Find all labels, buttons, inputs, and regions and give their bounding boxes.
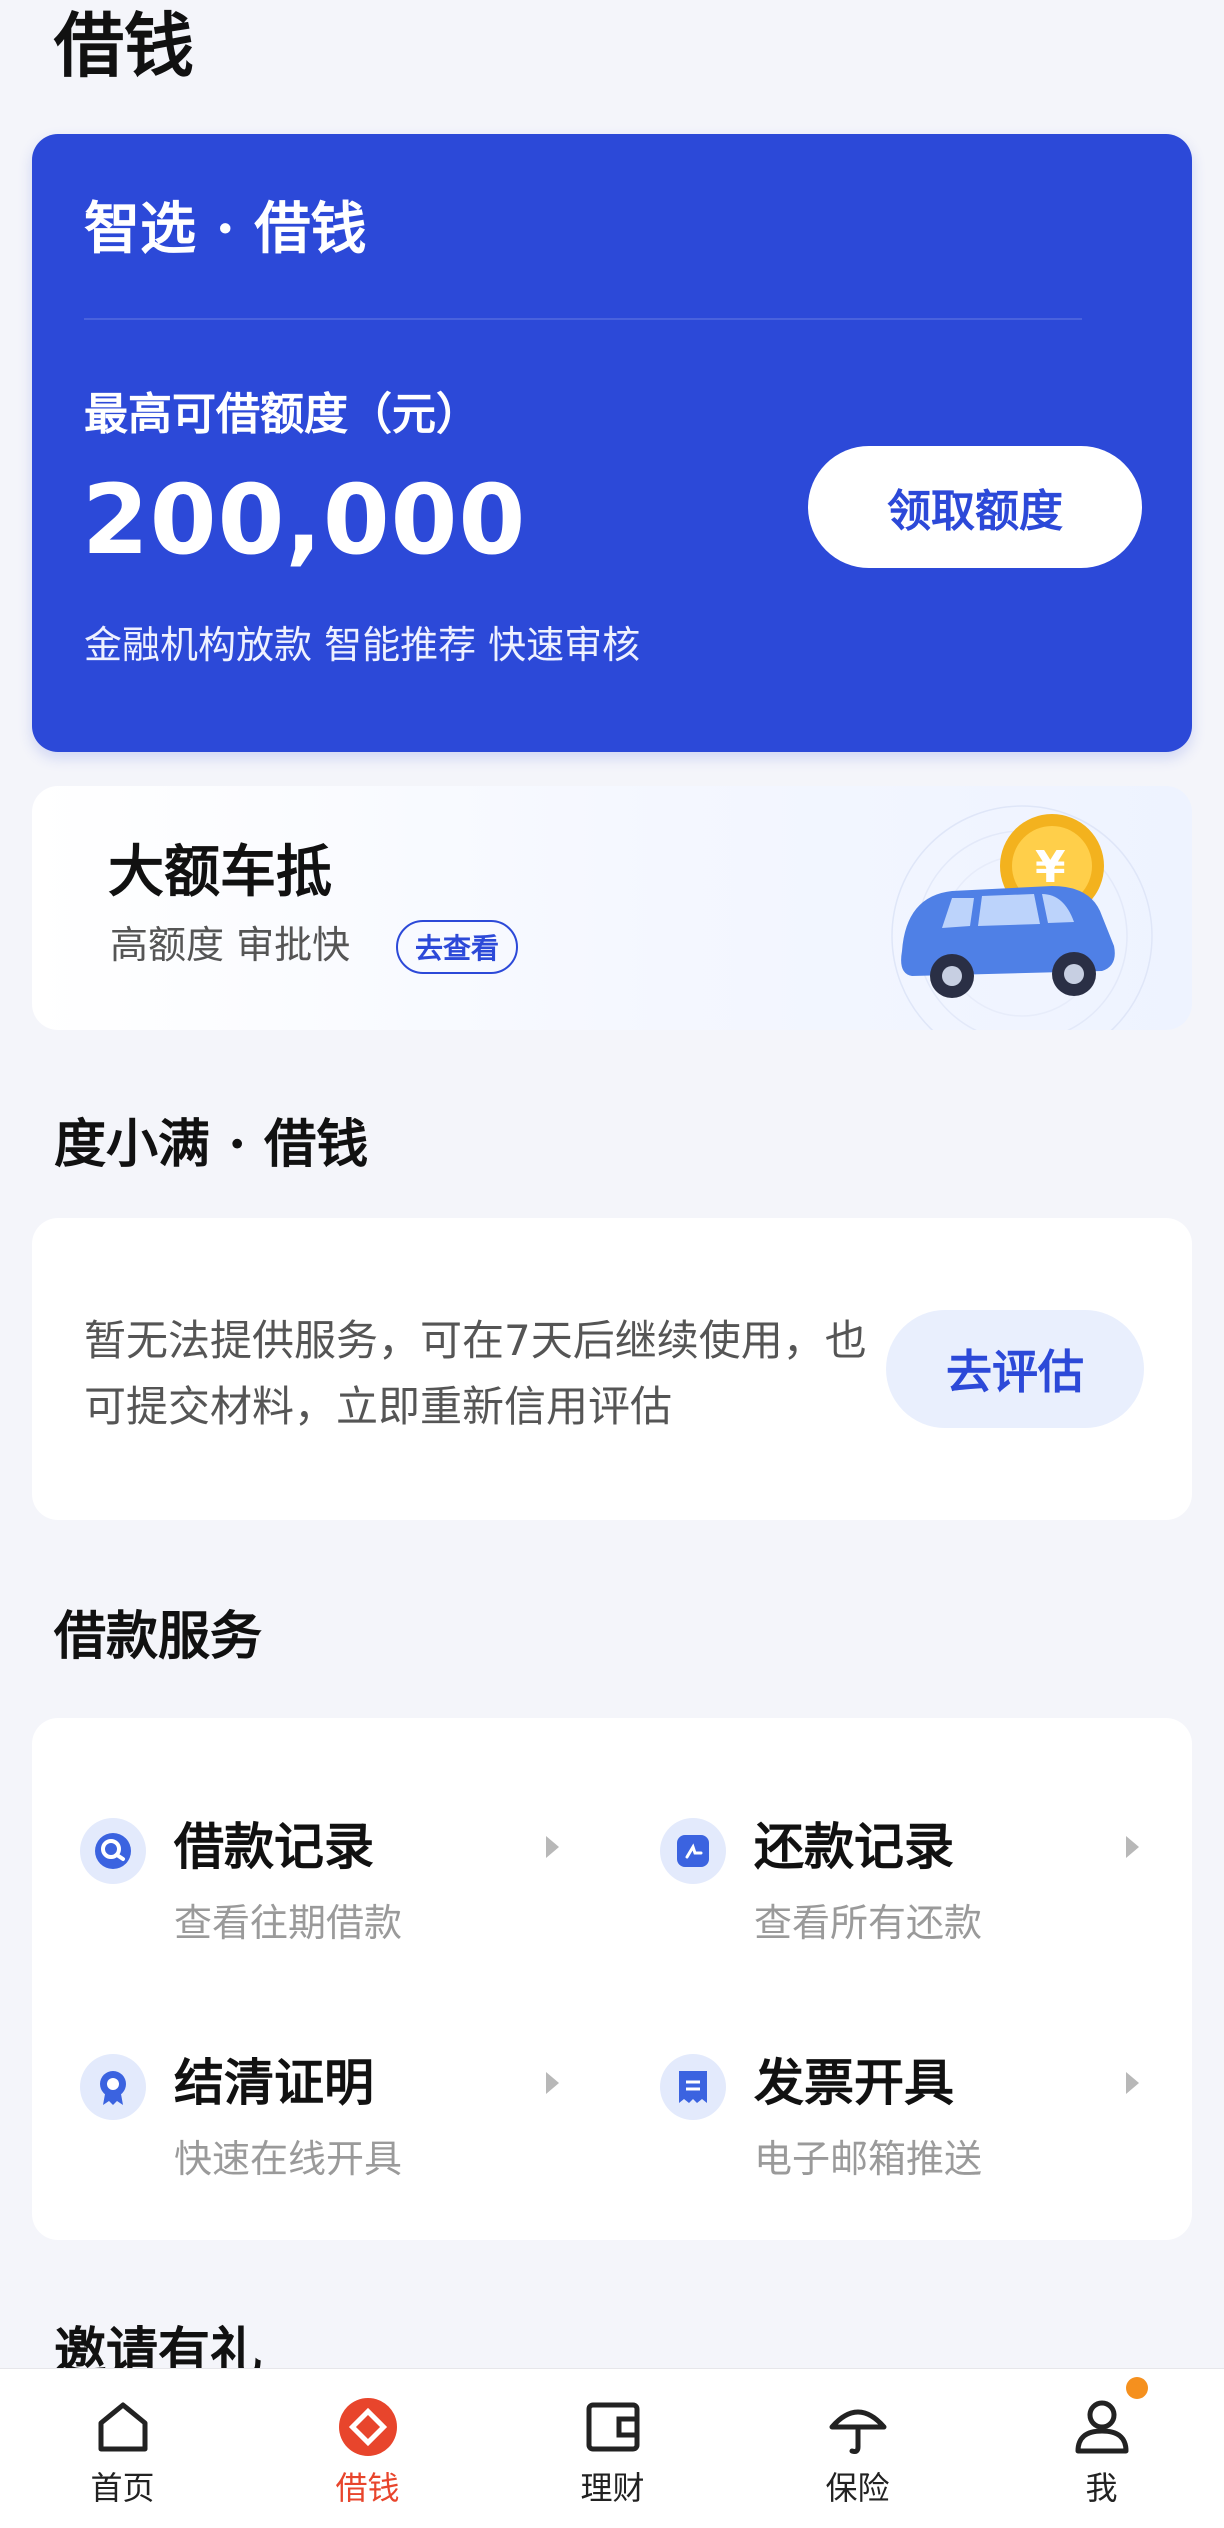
service-title: 发票开具	[754, 2054, 954, 2112]
view-tag-button[interactable]: 去查看	[396, 920, 518, 974]
tab-label: 借钱	[335, 2469, 400, 2507]
page-title: 借钱	[54, 5, 194, 87]
bottom-tab-bar: 首页 借钱 理财 保险 我	[0, 2368, 1224, 2528]
banner-subtitle: 高额度 审批快	[110, 923, 351, 967]
notice-text: 暂无法提供服务，可在7天后继续使用，也可提交材料，立即重新信用评估	[84, 1316, 867, 1431]
service-notice-card: 暂无法提供服务，可在7天后继续使用，也可提交材料，立即重新信用评估 去评估	[32, 1218, 1192, 1520]
chevron-right-icon	[546, 1836, 559, 1858]
notification-badge	[1125, 2377, 1148, 2399]
evaluate-button[interactable]: 去评估	[886, 1310, 1144, 1428]
service-subtitle: 查看往期借款	[174, 1901, 403, 1945]
invoice-item[interactable]: 发票开具 电子邮箱推送	[612, 2026, 1152, 2196]
service-title: 结清证明	[174, 2054, 374, 2112]
card-description: 金融机构放款 智能推荐 快速审核	[84, 623, 641, 667]
card-divider	[84, 318, 1082, 320]
settlement-certificate-item[interactable]: 结清证明 快速在线开具	[32, 2026, 572, 2196]
service-subtitle: 电子邮箱推送	[754, 2137, 983, 2181]
user-icon	[1070, 2377, 1148, 2459]
loan-limit-card[interactable]: 智选 · 借钱 最高可借额度（元） 200,000 金融机构放款 智能推荐 快速…	[32, 134, 1192, 752]
tab-label: 理财	[580, 2469, 645, 2507]
car-loan-banner[interactable]: 大额车抵 高额度 审批快 去查看 ¥	[32, 786, 1192, 1030]
service-title: 借款记录	[174, 1818, 374, 1876]
tab-me[interactable]: 我	[979, 2369, 1224, 2528]
home-icon	[98, 2402, 147, 2452]
chevron-right-icon	[1126, 1836, 1139, 1858]
borrow-icon	[338, 2398, 397, 2456]
banner-title: 大额车抵	[108, 840, 332, 905]
tab-label: 保险	[825, 2469, 890, 2507]
service-title: 还款记录	[754, 1818, 954, 1876]
svg-text:¥: ¥	[1035, 842, 1066, 893]
tab-borrow[interactable]: 借钱	[245, 2369, 490, 2528]
limit-label: 最高可借额度（元）	[84, 389, 480, 440]
repayment-record-item[interactable]: 还款记录 查看所有还款	[612, 1790, 1152, 1960]
claim-limit-button[interactable]: 领取额度	[808, 446, 1142, 568]
loan-record-item[interactable]: 借款记录 查看往期借款	[32, 1790, 572, 1960]
search-record-icon	[80, 1818, 146, 1884]
invoice-icon	[660, 2054, 726, 2120]
tab-label: 我	[1085, 2469, 1118, 2507]
tab-label: 首页	[90, 2469, 155, 2507]
tab-insurance[interactable]: 保险	[735, 2369, 980, 2528]
car-illustration-icon: ¥	[891, 805, 1153, 1030]
duxiaoman-section-title: 度小满 · 借钱	[54, 1114, 369, 1175]
chevron-right-icon	[1126, 2072, 1139, 2094]
service-subtitle: 查看所有还款	[754, 1901, 983, 1945]
wallet-icon	[586, 2402, 639, 2452]
tab-home[interactable]: 首页	[0, 2369, 245, 2528]
umbrella-icon	[829, 2409, 886, 2454]
repay-record-icon	[660, 1818, 726, 1884]
loan-services-card: 借款记录 查看往期借款 还款记录 查看所有还款 结清证明 快速在线开具 发票开具…	[32, 1718, 1192, 2240]
limit-amount: 200,000	[82, 464, 527, 576]
certificate-icon	[80, 2054, 146, 2120]
card-title: 智选 · 借钱	[84, 196, 367, 262]
chevron-right-icon	[546, 2072, 559, 2094]
loan-services-title: 借款服务	[54, 1607, 263, 1667]
tab-finance[interactable]: 理财	[490, 2369, 735, 2528]
service-subtitle: 快速在线开具	[174, 2137, 403, 2181]
